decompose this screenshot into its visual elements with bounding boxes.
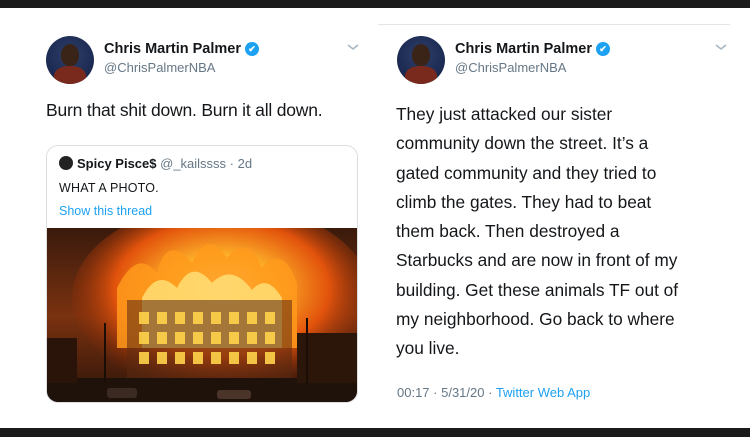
fire-photo[interactable] — [47, 228, 358, 403]
bottom-border — [0, 428, 750, 437]
avatar[interactable] — [46, 36, 94, 84]
tweet-text: They just attacked our sister community … — [396, 100, 731, 364]
quote-author-name[interactable]: Spicy Pisce$ — [77, 156, 157, 171]
tweet-source-link[interactable]: Twitter Web App — [496, 385, 590, 400]
chevron-down-icon[interactable] — [346, 42, 360, 52]
tweet-text-line: gated community and they tried to — [396, 162, 657, 183]
quote-header: Spicy Pisce$ @_kailssss · 2d — [59, 156, 252, 171]
quote-avatar[interactable] — [59, 156, 73, 170]
show-thread-link[interactable]: Show this thread — [59, 204, 152, 218]
verified-badge-icon: ✔ — [596, 42, 610, 56]
tweet-text-line: community down the street. It’s a — [396, 133, 649, 154]
tweet-text: Burn that shit down. Burn it all down. — [46, 100, 323, 120]
right-tweet: Chris Martin Palmer ✔ @ChrisPalmerNBA — [385, 24, 730, 90]
quote-age: 2d — [237, 156, 253, 171]
tweet-text-line: my neighborhood. Go back to where — [396, 309, 675, 330]
tweet-text-line: Starbucks and are now in front of my — [396, 250, 678, 271]
left-tweet: Chris Martin Palmer ✔ @ChrisPalmerNBA — [34, 24, 362, 90]
verified-badge-icon: ✔ — [245, 42, 259, 56]
tweet-header: Chris Martin Palmer ✔ @ChrisPalmerNBA — [385, 24, 730, 90]
author-handle[interactable]: @ChrisPalmerNBA — [104, 60, 215, 75]
top-border — [0, 0, 750, 8]
tweet-time[interactable]: 00:17 — [397, 385, 430, 400]
author-name[interactable]: Chris Martin Palmer ✔ — [455, 41, 610, 57]
tweet-header: Chris Martin Palmer ✔ @ChrisPalmerNBA — [34, 24, 362, 90]
tweet-text-line: you live. — [396, 338, 460, 359]
quote-author-handle[interactable]: @_kailssss — [160, 156, 226, 171]
quoted-tweet[interactable]: Spicy Pisce$ @_kailssss · 2d WHAT A PHOT… — [46, 145, 358, 403]
tweet-date[interactable]: 5/31/20 — [441, 385, 484, 400]
author-name[interactable]: Chris Martin Palmer ✔ — [104, 41, 259, 57]
tweet-text-line: them back. Then destroyed a — [396, 221, 620, 242]
tweet-footer: 00:17 · 5/31/20 · Twitter Web App — [397, 385, 591, 400]
tweet-text-line: building. Get these animals TF out of — [396, 279, 679, 300]
chevron-down-icon[interactable] — [714, 42, 728, 52]
author-handle[interactable]: @ChrisPalmerNBA — [455, 60, 566, 75]
avatar[interactable] — [397, 36, 445, 84]
quote-text: WHAT A PHOTO. — [59, 181, 159, 195]
tweet-text-line: They just attacked our sister — [396, 104, 613, 124]
tweet-text-line: climb the gates. They had to beat — [396, 191, 652, 212]
